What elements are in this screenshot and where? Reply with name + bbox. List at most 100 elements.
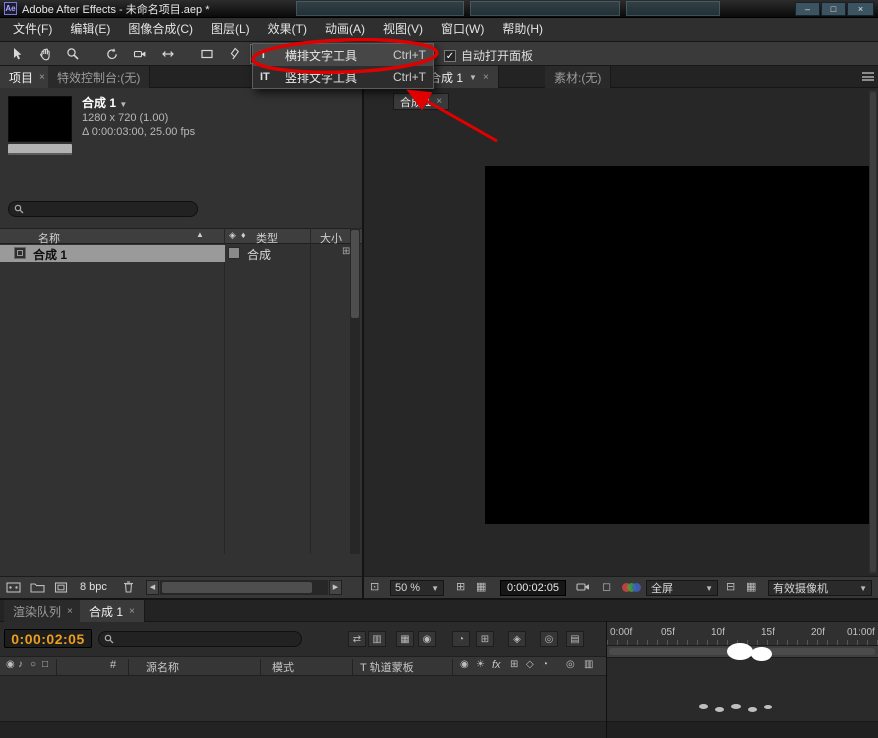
column-size[interactable]: 大小 [320, 230, 342, 246]
timeline-graph-area[interactable] [607, 658, 878, 721]
transparency-grid-icon[interactable]: ▦ [476, 580, 486, 593]
minimize-button[interactable]: – [795, 2, 820, 16]
camera-view-dropdown[interactable]: 有效摄像机 ▼ [768, 580, 872, 596]
comp-marker-icon[interactable]: ▥ [584, 659, 593, 670]
zoom-tool-icon[interactable] [60, 44, 86, 64]
pan-behind-tool-icon[interactable] [155, 44, 181, 64]
tab-effect-controls[interactable]: 特效控制台:(无) [48, 66, 151, 88]
viewer-tab[interactable]: 合成 1 × [393, 93, 450, 110]
close-icon[interactable]: × [39, 72, 45, 83]
hand-tool-icon[interactable] [32, 44, 58, 64]
column-source-name[interactable]: 源名称 [146, 659, 179, 675]
menu-window[interactable]: 窗口(W) [432, 18, 493, 41]
magnification-dropdown[interactable]: 50 % ▼ [390, 580, 444, 596]
sort-ascending-icon[interactable]: ▲ [196, 230, 204, 239]
auto-keyframe-icon[interactable]: ◎ [540, 631, 558, 647]
trash-icon[interactable] [122, 580, 135, 594]
graph-editor-icon[interactable]: ▤ [566, 631, 584, 647]
comp-duration: Δ 0:00:03:00, 25.00 fps [82, 126, 196, 138]
quality-switch-icon[interactable]: ⊞ [510, 659, 518, 670]
menu-item-vertical-type-tool[interactable]: IT 竖排文字工具 Ctrl+T [253, 66, 433, 88]
show-snapshot-icon[interactable]: ◻ [602, 580, 611, 593]
project-hscrollbar[interactable] [160, 580, 328, 595]
menu-file[interactable]: 文件(F) [4, 18, 61, 41]
menu-animation[interactable]: 动画(A) [316, 18, 374, 41]
panel-menu-icon[interactable] [862, 72, 874, 81]
close-icon[interactable]: × [67, 606, 73, 617]
menu-item-horizontal-type-tool[interactable]: T 横排文字工具 Ctrl+T [253, 44, 433, 66]
comp-thumbnail [8, 96, 72, 142]
camera-tool-icon[interactable] [127, 44, 153, 64]
hide-shy-layers-icon[interactable]: ◉ [418, 631, 436, 647]
project-search-input[interactable] [28, 203, 192, 215]
chevron-down-icon[interactable]: ▼ [119, 100, 127, 109]
collapse-switch-icon[interactable]: ☀ [476, 659, 485, 670]
tab-project[interactable]: 项目 × [0, 66, 55, 88]
checkerboard-icon[interactable]: ▦ [746, 580, 756, 593]
close-icon[interactable]: × [436, 96, 442, 107]
viewer-timecode[interactable]: 0:00:02:05 [500, 580, 566, 596]
menu-layer[interactable]: 图层(L) [202, 18, 259, 41]
timeline-search-box[interactable] [98, 631, 302, 647]
audio-icon[interactable]: ♪ [18, 659, 23, 670]
snapshot-camera-icon[interactable] [576, 581, 590, 593]
live-update-icon[interactable]: ▥ [368, 631, 386, 647]
close-icon[interactable]: × [483, 72, 489, 83]
rotate-tool-icon[interactable] [99, 44, 125, 64]
menu-composition[interactable]: 图像合成(C) [119, 18, 202, 41]
composition-viewport[interactable] [485, 166, 875, 524]
toolbar-separator [183, 44, 192, 64]
brainstorm-icon[interactable]: ◈ [508, 631, 526, 647]
column-index[interactable]: # [110, 659, 116, 671]
motion-blur-switch-icon[interactable]: ◔ [542, 659, 548, 670]
timeline-search-input[interactable] [118, 633, 296, 645]
motion-blur-icon[interactable]: ⊞ [476, 631, 494, 647]
comp-mini-flowchart-icon[interactable]: ⇄ [348, 631, 366, 647]
column-type[interactable]: 类型 [256, 230, 278, 246]
current-time-display[interactable]: 0:00:02:05 [4, 629, 92, 648]
auto-open-panel-checkbox[interactable]: ✓ 自动打开面板 [444, 47, 533, 64]
resolution-dropdown[interactable]: 全屏 ▼ [646, 580, 718, 596]
shape-tool-icon[interactable] [194, 44, 220, 64]
lock-icon[interactable]: □ [42, 659, 48, 670]
effect-switch-icon[interactable]: ◇ [526, 659, 534, 670]
close-button[interactable]: × [847, 2, 874, 16]
channels-icon[interactable] [622, 583, 641, 593]
interpret-footage-icon[interactable] [6, 581, 21, 594]
close-icon[interactable]: × [129, 606, 135, 617]
menu-edit[interactable]: 编辑(E) [61, 18, 119, 41]
zoom-slider-icon[interactable]: ◎ [566, 659, 575, 670]
scroll-left-button[interactable]: ◀ [146, 580, 159, 595]
column-name[interactable]: 名称 [38, 230, 60, 246]
shy-switch-icon[interactable]: ◉ [460, 659, 469, 670]
always-preview-icon[interactable]: ⊡ [370, 580, 379, 593]
tab-render-queue[interactable]: 渲染队列 × [4, 600, 83, 622]
tab-footage[interactable]: 素材:(无) [545, 66, 612, 88]
chevron-down-icon[interactable]: ▼ [469, 73, 477, 82]
selection-tool-icon[interactable] [4, 44, 30, 64]
column-trkmat[interactable]: T 轨道蒙板 [360, 659, 414, 675]
bpc-button[interactable]: 8 bpc [80, 581, 107, 593]
frame-blend-icon[interactable]: ◔ [452, 631, 470, 647]
column-mode[interactable]: 模式 [272, 659, 294, 675]
draft-3d-icon[interactable]: ▦ [396, 631, 414, 647]
new-folder-icon[interactable] [30, 581, 45, 594]
project-scrollbar[interactable] [350, 228, 360, 554]
maximize-button[interactable]: □ [821, 2, 846, 16]
scroll-right-button[interactable]: ▶ [329, 580, 342, 595]
menu-effect[interactable]: 效果(T) [259, 18, 316, 41]
fx-switch-icon[interactable]: fx [492, 659, 501, 671]
eye-icon[interactable]: ◉ [6, 659, 15, 670]
table-row[interactable]: 合成 1 合成 ⊞ [0, 245, 362, 262]
item-label-swatch[interactable] [228, 247, 240, 259]
safe-margins-icon[interactable]: ⊞ [456, 580, 465, 593]
menu-view[interactable]: 视图(V) [374, 18, 432, 41]
project-search-box[interactable] [8, 201, 198, 217]
region-of-interest-icon[interactable]: ⊟ [726, 580, 735, 593]
solo-icon[interactable]: ○ [30, 659, 36, 670]
pen-tool-icon[interactable] [222, 44, 248, 64]
new-composition-icon[interactable] [54, 581, 68, 594]
menu-help[interactable]: 帮助(H) [493, 18, 552, 41]
viewer-scrollbar[interactable] [869, 90, 877, 574]
tab-timeline-comp[interactable]: 合成 1 × [80, 600, 145, 622]
